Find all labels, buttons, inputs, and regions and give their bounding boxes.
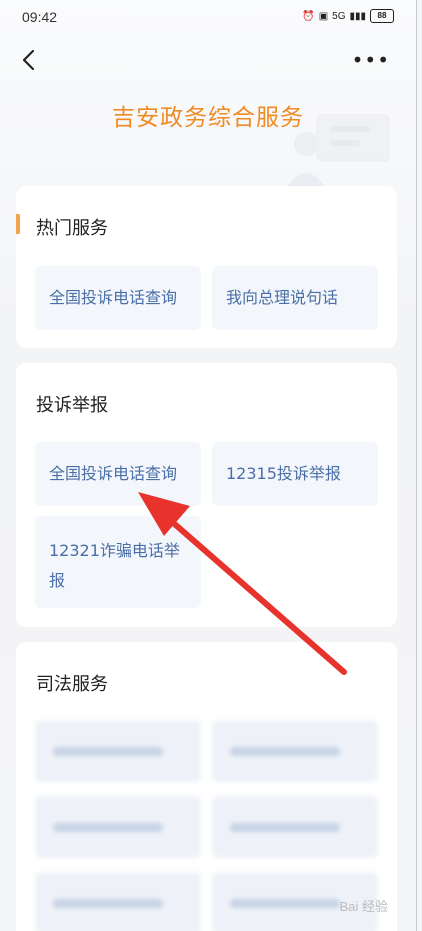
network-label: 5G xyxy=(332,10,346,22)
blurred-service-tile[interactable] xyxy=(212,796,378,858)
judicial-services-title: 司法服务 xyxy=(36,674,108,695)
blurred-service-tile[interactable] xyxy=(35,796,201,858)
section-accent-bar xyxy=(16,214,20,234)
blurred-service-tile[interactable] xyxy=(35,872,201,931)
hot-services-card: 热门服务 全国投诉电话查询 我向总理说句话 xyxy=(16,186,397,348)
watermark: Bai 经验 xyxy=(339,899,388,914)
hot-tile-complaint-phone[interactable]: 全国投诉电话查询 xyxy=(35,266,201,330)
hot-tile-message-premier[interactable]: 我向总理说句话 xyxy=(212,266,378,330)
complaint-tile-phone-lookup[interactable]: 全国投诉电话查询 xyxy=(35,442,201,506)
battery-icon: 88 xyxy=(370,9,394,23)
alarm-icon: ⏰ xyxy=(302,10,315,22)
complaint-report-title: 投诉举报 xyxy=(36,395,108,416)
complaint-report-card: 投诉举报 全国投诉电话查询 12315投诉举报 12321诈骗电话举报 xyxy=(16,363,397,627)
complaint-tile-12321[interactable]: 12321诈骗电话举报 xyxy=(35,516,201,608)
app-frame: 09:42 ⏰ ▣ 5G ▮▮▮ 88 ••• 吉安政务综合服务 热门服务 全国… xyxy=(0,0,417,931)
blurred-service-tile[interactable] xyxy=(35,720,201,782)
nav-bar: ••• xyxy=(0,40,416,80)
more-options-button[interactable]: ••• xyxy=(352,48,390,72)
decorative-person-icon xyxy=(286,114,390,188)
blurred-service-tile[interactable] xyxy=(212,720,378,782)
status-bar: 09:42 ⏰ ▣ 5G ▮▮▮ 88 xyxy=(0,0,416,36)
more-dots-icon: ••• xyxy=(351,48,390,72)
hot-services-title: 热门服务 xyxy=(36,218,108,239)
signal-icon: ▮▮▮ xyxy=(349,10,366,22)
judicial-services-card: 司法服务 xyxy=(16,642,397,931)
complaint-tile-12315[interactable]: 12315投诉举报 xyxy=(212,442,378,506)
chevron-left-icon xyxy=(22,49,35,71)
back-button[interactable] xyxy=(16,46,44,74)
system-icons: ⏰ ▣ 5G ▮▮▮ 88 xyxy=(302,9,394,23)
hd-icon: ▣ xyxy=(318,10,329,22)
status-time: 09:42 xyxy=(22,9,58,25)
